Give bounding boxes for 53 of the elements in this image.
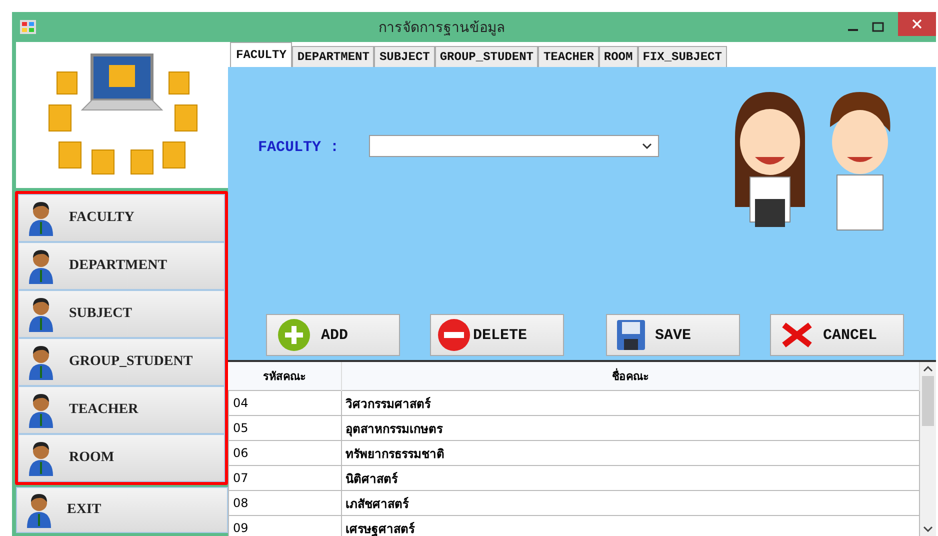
window-title: การจัดการฐานข้อมูล <box>378 19 506 38</box>
column-header: รหัสคณะ <box>228 362 341 390</box>
minus-icon <box>437 318 471 352</box>
plus-icon <box>277 318 311 352</box>
table-cell: 05 <box>228 416 341 440</box>
action-button[interactable]: ADD <box>266 314 400 356</box>
table-cell: 07 <box>228 466 341 490</box>
sidebar-button[interactable]: TEACHER <box>18 386 225 434</box>
close-icon <box>912 19 922 29</box>
sidebar-button[interactable]: SUBJECT <box>18 290 225 338</box>
sidebar-button[interactable]: ROOM <box>18 434 225 482</box>
table-cell: เภสัชศาสตร์ <box>341 490 920 516</box>
action-button[interactable]: CANCEL <box>770 314 904 356</box>
person-icon <box>27 392 55 428</box>
close-button[interactable] <box>898 12 936 36</box>
person-icon <box>27 200 55 236</box>
column-header: ชื่อคณะ <box>341 362 920 390</box>
person-icon <box>27 440 55 476</box>
tab[interactable]: ROOM <box>598 46 638 67</box>
app-icon <box>20 20 36 34</box>
tab[interactable]: DEPARTMENT <box>292 46 374 67</box>
table-cell: วิศวกรรมศาสตร์ <box>341 390 920 416</box>
chevron-down-icon <box>642 143 652 149</box>
table-cell: นิติศาสตร์ <box>341 466 920 490</box>
table-cell: อุตสาหกรรมเกษตร <box>341 416 920 440</box>
maximize-icon[interactable] <box>872 22 884 32</box>
sidebar-button[interactable]: FACULTY <box>18 194 225 242</box>
person-icon <box>25 492 53 528</box>
table-cell: 09 <box>228 516 341 536</box>
table-cell: ทรัพยากรธรรมชาติ <box>341 440 920 466</box>
faculty-dropdown[interactable] <box>369 135 660 157</box>
tab[interactable]: GROUP_STUDENT <box>434 46 538 67</box>
tab[interactable]: FIX_SUBJECT <box>638 46 727 67</box>
action-button[interactable]: SAVE <box>606 314 740 356</box>
person-icon <box>27 296 55 332</box>
table-cell: 04 <box>228 390 341 416</box>
person-icon <box>27 248 55 284</box>
scrollbar-thumb[interactable] <box>922 376 934 426</box>
x-mark-icon <box>781 322 813 348</box>
table-cell: 08 <box>228 490 341 516</box>
tab[interactable]: TEACHER <box>538 46 599 67</box>
sidebar-button[interactable]: DEPARTMENT <box>18 242 225 290</box>
action-button[interactable]: DELETE <box>430 314 564 356</box>
tab[interactable]: SUBJECT <box>374 46 435 67</box>
chevron-down-icon <box>923 526 933 532</box>
faculty-label: FACULTY : <box>258 139 340 156</box>
tab[interactable]: FACULTY <box>230 42 292 67</box>
vertical-scrollbar[interactable] <box>920 362 936 536</box>
person-icon <box>27 344 55 380</box>
sidebar-button[interactable]: GROUP_STUDENT <box>18 338 225 386</box>
chevron-up-icon <box>923 366 933 372</box>
sidebar-button[interactable]: EXIT <box>16 487 228 533</box>
table-cell: 06 <box>228 440 341 466</box>
